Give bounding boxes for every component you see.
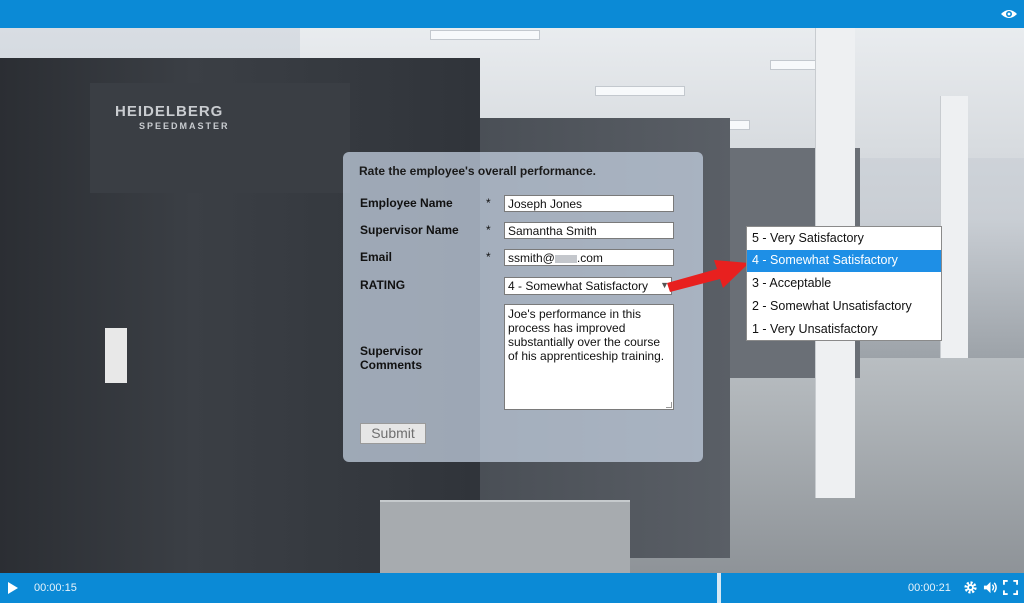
rating-selected-value: 4 - Somewhat Satisfactory [508,279,649,293]
metal-step [380,500,630,573]
email-redacted [554,254,577,263]
rating-label: RATING [360,278,406,292]
rating-option[interactable]: 5 - Very Satisfactory [747,228,941,250]
fullscreen-icon[interactable] [1003,580,1018,595]
comments-label: Supervisor Comments [360,344,423,372]
required-marker: * [486,196,491,210]
comments-textarea[interactable]: Joe's performance in this process has im… [504,304,674,410]
resize-handle[interactable] [666,402,672,408]
rating-option[interactable]: 3 - Acceptable [747,273,941,295]
printing-press-top [90,83,350,193]
supervisor-name-label: Supervisor Name [360,223,459,237]
employee-name-label: Employee Name [360,196,453,210]
volume-icon[interactable] [983,580,998,595]
comments-label-line2: Comments [360,358,423,372]
ceiling-light [770,60,820,70]
rating-option[interactable]: 1 - Very Unsatisfactory [747,319,941,341]
press-logo: HEIDELBERG SPEEDMASTER [115,103,230,131]
rating-dropdown-list: 5 - Very Satisfactory 4 - Somewhat Satis… [746,226,942,341]
ceiling-light [595,86,685,96]
required-marker: * [486,223,491,237]
gear-icon[interactable] [963,580,978,595]
top-bar [0,0,1024,28]
email-value: ssmith@ [508,251,555,265]
email-input[interactable]: ssmith@ .com [504,249,674,266]
red-arrow-icon [667,260,749,292]
total-time: 00:00:21 [908,582,951,594]
rating-option[interactable]: 2 - Somewhat Unsatisfactory [747,296,941,318]
rating-option-highlighted[interactable]: 4 - Somewhat Satisfactory [747,250,941,272]
warning-label [105,328,127,383]
ceiling-light [430,30,540,40]
video-player-bar: 00:00:15 00:00:21 [0,573,1024,603]
current-time: 00:00:15 [34,582,77,594]
rating-select[interactable]: 4 - Somewhat Satisfactory ▼ [504,277,672,295]
progress-scrubber[interactable] [717,573,721,603]
pillar [940,96,968,358]
comments-text: Joe's performance in this process has im… [508,307,665,363]
play-icon[interactable] [7,581,19,595]
supervisor-name-input[interactable]: Samantha Smith [504,222,674,239]
submit-button[interactable]: Submit [360,423,426,444]
comments-label-line1: Supervisor [360,344,423,358]
form-title: Rate the employee's overall performance. [359,164,596,178]
required-marker: * [486,250,491,264]
email-label: Email [360,250,393,264]
email-domain: .com [576,251,603,265]
employee-name-input[interactable]: Joseph Jones [504,195,674,212]
rating-form-panel: Rate the employee's overall performance.… [343,152,703,462]
eye-icon[interactable] [1000,6,1018,22]
